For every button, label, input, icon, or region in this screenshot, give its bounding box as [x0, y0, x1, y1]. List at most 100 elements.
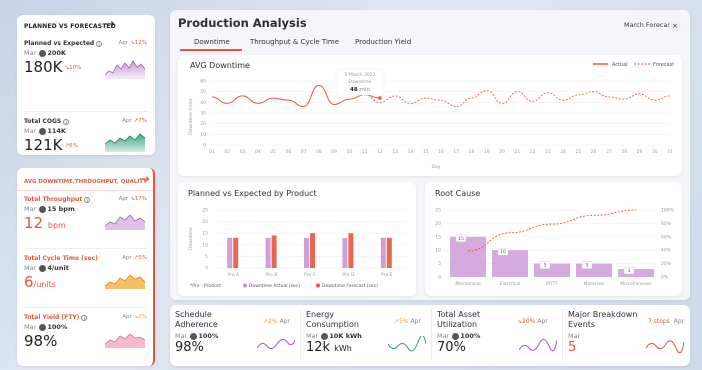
- kpi-title: Total Asset Utilization: [437, 310, 481, 329]
- march-forecast-label[interactable]: March Forecast: [624, 21, 673, 29]
- x-tick-label: 06: [285, 149, 291, 155]
- kpi-apr: ↗2% Apr: [263, 318, 290, 325]
- kpi-name: Total Throughput: [24, 196, 83, 203]
- x-tick-label: MTTF: [546, 281, 558, 287]
- kpi-energy-consumption[interactable]: Energy Consumption ↗5% Apr Mar 10K kWh 12…: [306, 310, 431, 364]
- planned-vs-forecasted-card: PLANNED VS FORECASTED → Planned vs Expec…: [17, 15, 155, 155]
- sparkline-green: [388, 336, 426, 352]
- cumulative-percent-curve: [467, 209, 637, 252]
- avg-downtime-card: AVG Downtime Actual Forecast Downtime (m…: [178, 55, 682, 176]
- y-tick-label: 25: [435, 208, 441, 214]
- x-tick-label: 05: [270, 149, 276, 155]
- info-icon[interactable]: i: [63, 118, 70, 125]
- kpi-total-cycle-time[interactable]: Total Cycle Time (sec) Apr ↗5% Mar 4/unit…: [24, 255, 149, 303]
- sparkline-purple: [105, 214, 145, 230]
- info-icon[interactable]: i: [84, 196, 91, 203]
- y2-tick-label: 100%: [661, 208, 675, 214]
- y-tick-label: 20: [435, 221, 441, 227]
- highlight-point: [378, 96, 382, 100]
- x-tick-label: Pro B: [266, 272, 278, 278]
- sparkline-purple: [105, 60, 145, 79]
- bar-root-cause: [576, 263, 612, 277]
- coin-icon: [39, 264, 47, 272]
- kpi-title: Energy Consumption: [306, 310, 359, 329]
- x-tick-label: Pro D: [342, 272, 355, 278]
- coin-icon: [190, 332, 198, 340]
- x-tick-label: Materials: [584, 281, 605, 287]
- close-icon[interactable]: ×: [669, 20, 681, 32]
- y-tick-label: 15: [202, 231, 208, 237]
- tab-throughput-cycle-time[interactable]: Throughput & Cycle Time: [250, 38, 339, 46]
- divider: [24, 111, 148, 112]
- bar-root-cause: [534, 263, 570, 277]
- y-tick-label: 30: [200, 111, 206, 117]
- sparkline-purple: [257, 338, 295, 350]
- x-tick-label: 21: [514, 149, 520, 155]
- x-tick-label: 04: [255, 149, 261, 155]
- x-tick-label: 29: [637, 149, 643, 155]
- kpi-schedule-adherence[interactable]: Schedule Adherence ↗2% Apr Mar 100% 98%: [175, 310, 300, 364]
- arrow-right-icon[interactable]: →: [104, 18, 115, 31]
- legend-forecast-label: Downtime Forecast (sec): [322, 283, 378, 289]
- x-tick-label: 19: [484, 149, 490, 155]
- arrow-right-icon[interactable]: →: [139, 173, 150, 186]
- bar-forecast: [348, 233, 354, 268]
- y-tick-label: 5: [205, 254, 208, 260]
- tab-active-indicator: [180, 49, 242, 51]
- downtime-throughput-quality-card: AVG DOWNTIME,THROUGHPUT, QUALITY → Total…: [17, 168, 155, 366]
- product-bar-chart: Downtime 0 5 10 15 20 25 Pro A Pro B Pro C Pro D…: [188, 208, 406, 289]
- divider: [24, 307, 146, 308]
- data-label: 5: [586, 263, 589, 269]
- root-cause-pareto-chart: 0 0% 5 20% 10 40% 15 60% 20 80% 25 100% 15 Mechanica…: [435, 208, 675, 288]
- bar-root-cause: [618, 268, 654, 277]
- kpi-apr: Apr ↗5%: [122, 255, 147, 261]
- x-tick-label: 26: [591, 149, 597, 155]
- coin-icon: [452, 332, 460, 340]
- page-title: Production Analysis: [178, 16, 307, 30]
- kpi-apr: Apr ↗7%: [122, 118, 147, 124]
- tab-production-yield[interactable]: Production Yield: [355, 38, 411, 46]
- sparkline-pink: [105, 333, 145, 348]
- x-tick-label: 01: [209, 149, 215, 155]
- x-tick-label: 24: [560, 149, 566, 155]
- kpi-major-breakdown-events[interactable]: Major Breakdown Events 7 stops Apr Mar 5: [568, 310, 686, 364]
- kpi-apr: ↗5% Apr: [394, 318, 421, 325]
- y-tick-label: 0: [438, 275, 441, 281]
- info-icon[interactable]: i: [96, 40, 103, 47]
- x-tick-label: 22: [530, 149, 536, 155]
- kpi-name: Total COGS: [24, 118, 62, 125]
- kpi-name: Total Yield (FTY): [24, 314, 80, 321]
- kpi-total-asset-utilization[interactable]: Total Asset Utilization ↘20% Apr Mar 100%…: [437, 310, 562, 364]
- sparkline-red: [646, 340, 684, 354]
- kpi-apr: Apr ↘12%: [118, 40, 147, 46]
- x-tick-label: 18: [469, 149, 475, 155]
- tooltip-label: Downtime: [349, 79, 372, 85]
- kpi-total-throughput[interactable]: Total Throughput i Apr ↘17% Mar 15 bpm 12 …: [24, 196, 149, 244]
- legend-forecast-swatch: [316, 283, 320, 288]
- legend-actual-swatch: [243, 283, 247, 288]
- info-icon[interactable]: i: [81, 314, 88, 321]
- x-tick-label: 09: [331, 149, 337, 155]
- data-label: 15: [458, 236, 464, 242]
- kpi-total-yield[interactable]: Total Yield (FTY) i Apr ↘2% Mar 100% 98%: [24, 314, 149, 362]
- y-tick-label: 10: [202, 242, 208, 248]
- x-tick-label: 30: [652, 149, 658, 155]
- x-axis-label: Day: [432, 164, 441, 170]
- x-tick-label: 08: [316, 149, 322, 155]
- kpi-total-cogs[interactable]: Total COGS i Apr ↗7% Mar 114K 121K ↗6%: [24, 118, 149, 158]
- planned-vs-expected-by-product-card: Planned vs Expected by Product Downtime …: [178, 182, 416, 296]
- x-tick-label: Pro E: [381, 272, 393, 278]
- y-axis-label: Downtime: [188, 227, 194, 250]
- divider: [562, 309, 563, 361]
- tooltip-date: 5 March 2023: [345, 72, 376, 78]
- kpi-planned-vs-expected[interactable]: Planned vs Expected i Apr ↘12% Mar 200K 18…: [24, 40, 149, 95]
- data-label: 3: [628, 268, 631, 274]
- x-tick-label: 31: [667, 149, 673, 155]
- x-tick-label: Miscellaneous: [620, 281, 652, 287]
- x-tick-label: 07: [301, 149, 307, 155]
- x-tick-label: 10: [347, 149, 353, 155]
- divider: [300, 309, 301, 361]
- x-tick-label: 28: [621, 149, 627, 155]
- tab-downtime[interactable]: Downtime: [194, 38, 230, 46]
- x-tick-label: 03: [240, 149, 246, 155]
